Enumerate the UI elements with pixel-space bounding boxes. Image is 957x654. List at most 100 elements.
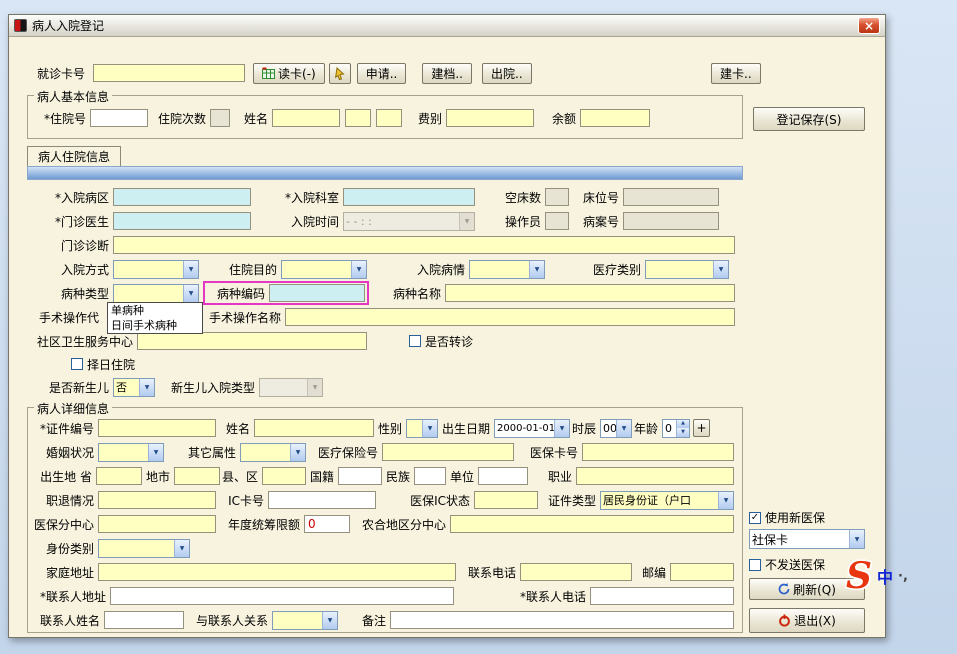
birthplace-row: 出生地 省 地市 县、区 国籍 民族 单位 职业: [28, 464, 742, 488]
titlebar[interactable]: 病人入院登记 ×: [9, 15, 885, 37]
operation-name-field[interactable]: [285, 308, 735, 326]
disease-name-field[interactable]: [445, 284, 735, 302]
inpatient-no-label: *住院号: [43, 111, 86, 126]
ic-card-field[interactable]: [268, 491, 376, 509]
power-icon: [778, 614, 791, 627]
insurance-center-field[interactable]: [98, 515, 216, 533]
other-attr-select[interactable]: ▼: [240, 442, 306, 462]
read-card-button[interactable]: 读卡(-): [253, 62, 325, 84]
condition-select[interactable]: ▼: [469, 259, 545, 279]
remark-field[interactable]: [390, 611, 734, 629]
job-status-field[interactable]: [98, 491, 216, 509]
bed-no-field[interactable]: [623, 188, 719, 206]
newborn-type-select[interactable]: ▼: [259, 377, 323, 397]
newborn-label: 是否新生儿: [48, 380, 109, 395]
insurance-ic-status-field[interactable]: [474, 491, 538, 509]
hand-tool-button[interactable]: [328, 62, 351, 84]
ime-punctuation-indicator[interactable]: ·,: [898, 569, 908, 584]
disease-code-field[interactable]: [269, 284, 365, 302]
medical-type-select[interactable]: ▼: [645, 259, 729, 279]
ime-language-indicator[interactable]: 中: [877, 564, 893, 588]
card-type-select[interactable]: 社保卡 ▼: [749, 529, 865, 549]
create-file-button[interactable]: 建档..: [422, 62, 472, 84]
sogou-logo-icon[interactable]: S: [846, 558, 872, 594]
contact-relation-select[interactable]: ▼: [272, 610, 338, 630]
use-new-insurance-checkbox[interactable]: ✓ 使用新医保: [749, 509, 825, 526]
medical-insurance-no-field[interactable]: [382, 443, 514, 461]
dropdown-option[interactable]: 日间手术病种: [108, 318, 202, 333]
age-plus-button[interactable]: +: [693, 419, 710, 437]
name-extra-1-field[interactable]: [345, 109, 371, 127]
community-field[interactable]: [137, 332, 367, 350]
disease-type-select[interactable]: ▼: [113, 283, 199, 303]
chevron-down-icon: ▼: [459, 212, 474, 230]
exit-button[interactable]: 退出(X): [749, 608, 865, 633]
home-address-field[interactable]: [98, 563, 456, 581]
purpose-select[interactable]: ▼: [281, 259, 367, 279]
nationality-field[interactable]: [338, 467, 382, 485]
gender-select[interactable]: ▼: [406, 418, 438, 438]
rural-center-field[interactable]: [450, 515, 734, 533]
scheduled-admission-checkbox[interactable]: 择日住院: [71, 356, 135, 373]
spinner-down-icon[interactable]: ▼: [676, 428, 689, 437]
phone-field[interactable]: [520, 563, 632, 581]
doctor-field[interactable]: [113, 212, 251, 230]
referral-checkbox[interactable]: 是否转诊: [409, 333, 473, 350]
save-button[interactable]: 登记保存(S): [753, 107, 865, 131]
no-send-insurance-checkbox[interactable]: 不发送医保: [749, 556, 825, 573]
operator-field[interactable]: [545, 212, 569, 230]
province-field[interactable]: [96, 467, 142, 485]
patient-name-field[interactable]: [254, 419, 374, 437]
chevron-down-icon: ▼: [529, 260, 544, 278]
spinner-up-icon[interactable]: ▲: [676, 419, 689, 428]
visit-card-label: 就诊卡号: [37, 66, 86, 81]
admission-mode-select[interactable]: ▼: [113, 259, 199, 279]
annual-limit-field[interactable]: 0: [304, 515, 350, 533]
case-no-field[interactable]: [623, 212, 719, 230]
ward-field[interactable]: [113, 188, 251, 206]
contact-phone-field[interactable]: [590, 587, 734, 605]
zip-label: 邮编: [641, 565, 666, 580]
discharge-button[interactable]: 出院..: [482, 62, 532, 84]
home-address-row: 家庭地址 联系电话 邮编: [28, 560, 742, 584]
city-field[interactable]: [174, 467, 220, 485]
empty-beds-field[interactable]: [545, 188, 569, 206]
balance-field[interactable]: [580, 109, 650, 127]
fee-type-field[interactable]: [446, 109, 534, 127]
contact-name-field[interactable]: [104, 611, 184, 629]
cert-type-select[interactable]: 居民身份证（户口 ▼: [600, 490, 734, 510]
ethnicity-field[interactable]: [414, 467, 446, 485]
name-field[interactable]: [272, 109, 340, 127]
age-stepper[interactable]: 0 ▲ ▼: [662, 418, 690, 438]
apply-button[interactable]: 申请..: [356, 62, 407, 84]
name-extra-2-field[interactable]: [376, 109, 402, 127]
newborn-select[interactable]: 否 ▼: [113, 377, 155, 397]
occupation-field[interactable]: [576, 467, 734, 485]
tab-inpatient-info[interactable]: 病人住院信息: [27, 146, 122, 166]
admission-time-select[interactable]: - - : : ▼: [343, 211, 475, 231]
balance-label: 余额: [551, 111, 576, 126]
insurance-card-no-field[interactable]: [582, 443, 734, 461]
marital-select[interactable]: ▼: [98, 442, 164, 462]
hour-select[interactable]: 00 ▼: [600, 418, 632, 438]
employer-field[interactable]: [478, 467, 528, 485]
birthdate-select[interactable]: 2000-01-01 ▼: [494, 418, 570, 438]
inpatient-no-field[interactable]: [90, 109, 148, 127]
dept-field[interactable]: [343, 188, 475, 206]
contact-address-field[interactable]: [110, 587, 454, 605]
create-card-button[interactable]: 建卡..: [711, 62, 761, 84]
dropdown-option[interactable]: 单病种: [108, 303, 202, 318]
contact-address-label: *联系人地址: [39, 589, 106, 604]
county-field[interactable]: [262, 467, 306, 485]
visit-card-input[interactable]: [93, 64, 246, 82]
remark-label: 备注: [361, 613, 386, 628]
newborn-row: 是否新生儿 否 ▼ 新生儿入院类型 ▼: [27, 375, 743, 399]
identity-select[interactable]: ▼: [98, 538, 190, 558]
zip-field[interactable]: [670, 563, 734, 581]
ime-toolbar[interactable]: S 中 ·,: [846, 558, 908, 594]
diagnosis-field[interactable]: [113, 236, 735, 254]
cert-no-field[interactable]: [98, 419, 216, 437]
window-title: 病人入院登记: [32, 19, 105, 33]
visit-count-field[interactable]: [210, 109, 230, 127]
close-button[interactable]: ×: [858, 17, 880, 34]
